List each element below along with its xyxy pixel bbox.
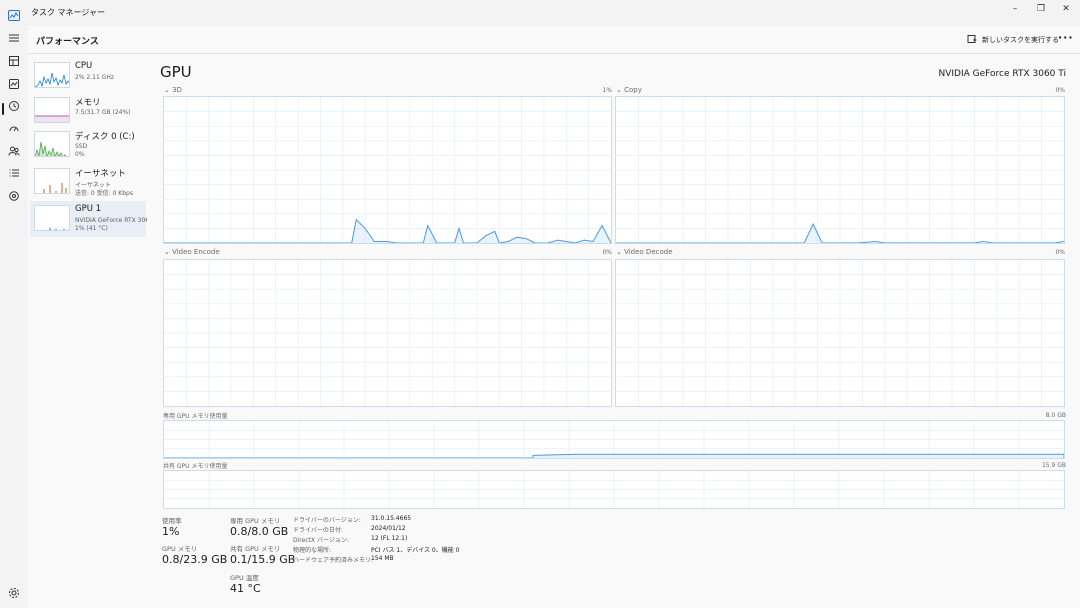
info-value: PCI バス 1、デバイス 0、機能 0 xyxy=(371,547,460,554)
services-icon[interactable] xyxy=(7,189,21,203)
usage-value: 1% xyxy=(162,525,180,538)
engine-graph-video-encode xyxy=(163,259,612,407)
engine-value: 0% xyxy=(602,249,612,256)
device-detail: SSD xyxy=(75,143,88,150)
engine-label: Copy xyxy=(624,86,642,94)
info-key: DirectX バージョン: xyxy=(293,537,349,544)
history-icon[interactable] xyxy=(7,99,21,113)
gpu-temperature-value: 41 °C xyxy=(230,582,261,595)
title-bar: タスク マネージャー – ❐ ✕ xyxy=(0,0,1080,26)
device-name: ディスク 0 (C:) xyxy=(75,132,135,142)
engine-selector-copy[interactable]: ⌄ Copy xyxy=(616,86,642,94)
engine-label: Video Encode xyxy=(172,248,220,256)
run-new-task-button[interactable]: 新しいタスクを実行する xyxy=(967,33,1059,47)
device-name: GPU 1 xyxy=(75,204,102,214)
device-detail: 2% 2.11 GHz xyxy=(75,74,115,81)
window-title: タスク マネージャー xyxy=(31,8,105,17)
graph-grid xyxy=(164,260,611,406)
device-name: メモリ xyxy=(75,98,101,108)
shared-memory-max: 15.9 GB xyxy=(1041,462,1066,469)
navigation-rail xyxy=(0,26,28,608)
info-value: 2024/01/12 xyxy=(371,525,406,532)
task-manager-app-icon xyxy=(8,6,20,21)
engine-selector-video-decode[interactable]: ⌄ Video Decode xyxy=(616,248,673,256)
engine-value: 0% xyxy=(1055,87,1065,94)
info-key: ドライバーのバージョン: xyxy=(293,517,361,524)
dedicated-memory-max: 8.0 GB xyxy=(1045,412,1066,419)
gpu-model-name: NVIDIA GeForce RTX 3060 Ti xyxy=(938,69,1066,79)
graph-grid xyxy=(164,97,611,243)
ethernet-thumbnail xyxy=(34,168,70,194)
device-detail-2: 1% (41 °C) xyxy=(75,225,108,232)
info-value: 12 (FL 12.1) xyxy=(371,535,408,542)
engine-value: 1% xyxy=(602,87,612,94)
startup-icon[interactable] xyxy=(7,122,21,136)
maximize-button[interactable]: ❐ xyxy=(1028,0,1054,18)
engine-label: Video Decode xyxy=(624,248,673,256)
memory-thumbnail xyxy=(34,97,70,123)
settings-icon[interactable] xyxy=(7,586,21,600)
graph-grid xyxy=(164,471,1064,508)
device-item-memory[interactable]: メモリ 7.5/31.7 GB (24%) xyxy=(30,93,146,129)
performance-icon[interactable] xyxy=(7,77,21,91)
info-value: 31.0.15.4665 xyxy=(371,515,412,522)
device-item-disk[interactable]: ディスク 0 (C:) SSD 0% xyxy=(30,127,146,163)
engine-graph-copy xyxy=(615,96,1065,244)
dedicated-memory-graph xyxy=(163,420,1065,459)
gpu-temperature-label: GPU 温度 xyxy=(230,574,259,582)
device-detail: NVIDIA GeForce RTX 306 xyxy=(75,217,147,224)
more-options-button[interactable]: ··· xyxy=(1058,31,1074,44)
device-detail: 7.5/31.7 GB (24%) xyxy=(75,109,131,116)
info-key: ドライバーの日付: xyxy=(293,527,343,534)
device-item-cpu[interactable]: CPU 2% 2.11 GHz xyxy=(30,58,146,94)
run-task-label: 新しいタスクを実行する xyxy=(982,36,1059,44)
dedicated-memory-label: 専用 GPU メモリ使用量 xyxy=(163,413,228,420)
info-value: 154 MB xyxy=(371,555,394,562)
shared-memory-label: 共有 GPU メモリ使用量 xyxy=(163,463,228,470)
run-task-icon xyxy=(967,34,977,46)
engine-selector-video-encode[interactable]: ⌄ Video Encode xyxy=(164,248,220,256)
active-indicator xyxy=(2,103,4,115)
gpu-memory-value: 0.8/23.9 GB xyxy=(162,553,228,566)
engine-graph-3d xyxy=(163,96,612,244)
engine-selector-3d[interactable]: ⌄ 3D xyxy=(164,86,182,94)
dedicated-gpu-memory-label: 専用 GPU メモリ xyxy=(230,517,281,525)
gpu-thumbnail xyxy=(34,205,70,231)
page-title: パフォーマンス xyxy=(36,37,99,47)
dedicated-gpu-memory-value: 0.8/8.0 GB xyxy=(230,525,289,538)
graph-grid xyxy=(164,421,1064,458)
close-button[interactable]: ✕ xyxy=(1053,0,1079,18)
device-item-gpu[interactable]: GPU 1 NVIDIA GeForce RTX 306 1% (41 °C) xyxy=(30,201,147,237)
gpu-heading: GPU xyxy=(160,63,192,81)
users-icon[interactable] xyxy=(7,144,21,158)
device-name: イーサネット xyxy=(75,169,126,179)
hamburger-icon[interactable] xyxy=(7,31,21,45)
gpu-performance-pane: GPU NVIDIA GeForce RTX 3060 Ti ⌄ 3D 1% ⌄… xyxy=(148,54,1080,608)
usage-label: 使用率 xyxy=(162,517,182,525)
device-name: CPU xyxy=(75,61,93,71)
engine-label: 3D xyxy=(172,86,182,94)
disk-thumbnail xyxy=(34,131,70,157)
engine-graph-video-decode xyxy=(615,259,1065,407)
minimize-button[interactable]: – xyxy=(1002,0,1028,18)
device-detail-2: 0% xyxy=(75,151,85,158)
device-item-ethernet[interactable]: イーサネット イーサネット 送信: 0 受信: 0 Kbps xyxy=(30,164,146,200)
graph-grid xyxy=(616,97,1064,243)
shared-gpu-memory-value: 0.1/15.9 GB xyxy=(230,553,296,566)
cpu-thumbnail xyxy=(34,62,70,88)
details-icon[interactable] xyxy=(7,166,21,180)
graph-grid xyxy=(616,260,1064,406)
device-detail-2: 送信: 0 受信: 0 Kbps xyxy=(75,190,133,197)
processes-icon[interactable] xyxy=(7,54,21,68)
shared-memory-graph xyxy=(163,470,1065,509)
engine-value: 0% xyxy=(1055,249,1065,256)
shared-gpu-memory-label: 共有 GPU メモリ xyxy=(230,545,281,553)
device-list: CPU 2% 2.11 GHz メモリ 7.5/31.7 GB (24%) ディ… xyxy=(28,54,148,608)
info-key: 物理的な場所: xyxy=(293,547,332,554)
page-header: パフォーマンス 新しいタスクを実行する ··· xyxy=(28,26,1080,54)
gpu-memory-label: GPU メモリ xyxy=(162,545,198,553)
info-key: ハードウェア予約済みメモリ: xyxy=(293,557,374,564)
